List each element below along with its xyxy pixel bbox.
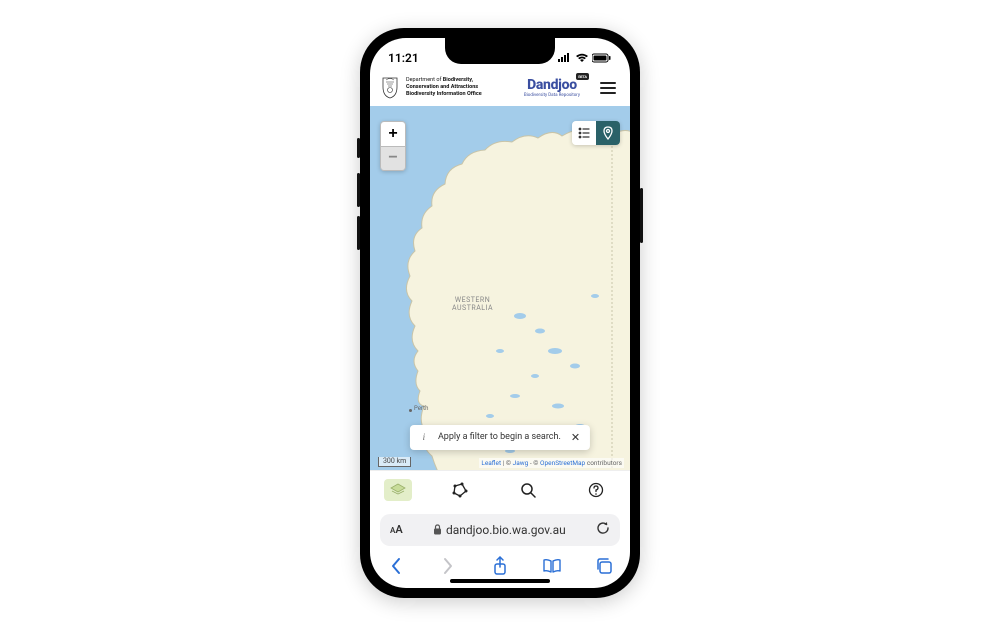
status-indicators — [558, 51, 612, 65]
dept-line2: Conservation and Attractions — [406, 84, 478, 90]
chevron-left-icon — [390, 557, 402, 575]
brand-name: Dandjoo — [527, 77, 577, 93]
app-header: Department of Biodiversity, Conservation… — [370, 72, 630, 106]
zoom-control: + − — [380, 121, 406, 171]
power-button — [640, 188, 643, 243]
leaflet-link[interactable]: Leaflet — [481, 459, 501, 467]
city-marker — [409, 409, 412, 412]
bookmarks-button[interactable] — [537, 554, 567, 578]
wa-crest-icon — [380, 76, 400, 100]
text-size-button[interactable]: AA — [390, 523, 403, 536]
region-label: WESTERN AUSTRALIA — [452, 296, 493, 313]
status-time: 11:21 — [388, 51, 419, 65]
layers-button[interactable] — [384, 479, 412, 501]
share-button[interactable] — [485, 554, 515, 578]
brand-logo: DandjooBETA Biodiversity Data Repository — [524, 77, 580, 98]
department-text: Department of Biodiversity, Conservation… — [406, 77, 482, 98]
dept-prefix: Department of — [406, 77, 443, 83]
search-icon — [520, 482, 536, 498]
notch — [445, 38, 555, 64]
toast-close-button[interactable]: ✕ — [569, 431, 582, 444]
help-button[interactable] — [576, 475, 616, 505]
pin-icon — [602, 126, 614, 140]
view-toggle — [572, 121, 620, 145]
volume-down-button — [357, 216, 360, 250]
url-bar[interactable]: AA dandjoo.bio.wa.gov.au — [380, 514, 620, 546]
list-view-button[interactable] — [572, 121, 596, 145]
city-label: Perth — [414, 405, 428, 412]
map-land — [380, 106, 630, 470]
polygon-icon — [452, 482, 468, 498]
forward-button[interactable] — [433, 554, 463, 578]
search-button[interactable] — [508, 475, 548, 505]
dept-line3: Biodiversity Information Office — [406, 91, 482, 97]
lock-icon — [433, 524, 442, 535]
back-button[interactable] — [381, 554, 411, 578]
brand-subtitle: Biodiversity Data Repository — [524, 93, 580, 98]
url-display[interactable]: dandjoo.bio.wa.gov.au — [411, 523, 588, 537]
map-attribution: Leaflet | © Jawg - © OpenStreetMap contr… — [479, 458, 624, 468]
signal-icon — [558, 53, 572, 63]
chevron-right-icon — [442, 557, 454, 575]
map-view-button[interactable] — [596, 121, 620, 145]
info-icon: i — [418, 432, 430, 442]
book-icon — [542, 558, 562, 574]
toast-message: Apply a filter to begin a search. — [438, 432, 561, 442]
beta-badge: BETA — [576, 73, 589, 80]
refresh-button[interactable] — [596, 521, 610, 538]
zoom-in-button[interactable]: + — [381, 122, 405, 146]
polygon-button[interactable] — [440, 475, 480, 505]
scale-bar: 300 km — [378, 457, 411, 467]
refresh-icon — [596, 521, 610, 535]
layers-icon — [390, 483, 406, 497]
wifi-icon — [575, 53, 589, 63]
map[interactable]: WESTERN AUSTRALIA Perth + − i Apply a fi… — [370, 106, 630, 470]
osm-link[interactable]: OpenStreetMap — [540, 459, 585, 467]
tabs-icon — [595, 557, 613, 575]
mute-switch — [357, 138, 360, 158]
screen: 11:21 Department of Biodiversity, Conser… — [370, 38, 630, 588]
battery-icon — [592, 53, 612, 63]
tabs-button[interactable] — [589, 554, 619, 578]
menu-button[interactable] — [596, 78, 620, 98]
dept-bold: Biodiversity, — [443, 77, 473, 83]
volume-up-button — [357, 173, 360, 207]
jawg-link[interactable]: Jawg — [513, 459, 529, 467]
app-toolbar — [370, 470, 630, 510]
help-icon — [588, 482, 604, 498]
phone-frame: 11:21 Department of Biodiversity, Conser… — [360, 28, 640, 598]
list-icon — [578, 127, 590, 139]
share-icon — [492, 556, 508, 576]
zoom-out-button[interactable]: − — [381, 146, 405, 170]
url-text: dandjoo.bio.wa.gov.au — [446, 523, 566, 537]
filter-toast: i Apply a filter to begin a search. ✕ — [410, 425, 590, 450]
home-indicator[interactable] — [450, 579, 550, 583]
